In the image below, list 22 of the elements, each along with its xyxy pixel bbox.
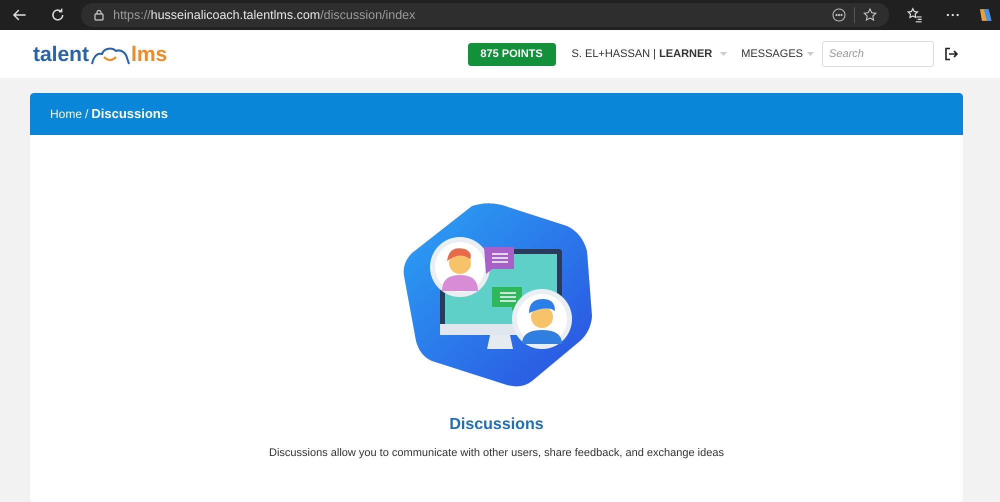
favorites-icon[interactable]	[907, 7, 923, 23]
breadcrumb-separator: /	[85, 106, 88, 123]
back-icon[interactable]	[12, 7, 28, 23]
lock-icon	[93, 9, 106, 21]
search-field[interactable]: Search	[822, 41, 934, 67]
app-icon[interactable]	[978, 7, 992, 23]
messages-menu[interactable]: MESSAGES	[741, 46, 814, 62]
home-link[interactable]: Home	[50, 105, 82, 123]
more-icon[interactable]	[832, 8, 846, 22]
refresh-icon[interactable]	[50, 7, 66, 23]
points-badge[interactable]: 875 POINTS	[468, 42, 556, 66]
logout-icon[interactable]	[944, 47, 958, 61]
breadcrumb-current: Discussions	[91, 105, 168, 124]
caret-icon	[807, 52, 814, 56]
url-text: https://husseinalicoach.talentlms.com/discussion/index	[113, 6, 416, 24]
star-icon[interactable]	[863, 8, 878, 22]
user-menu[interactable]: S. EL+HASSAN | LEARNER	[572, 46, 728, 62]
caret-icon	[720, 52, 728, 56]
address-bar[interactable]: https://husseinalicoach.talentlms.com/discussion/index	[81, 3, 890, 27]
empty-state-description: Discussions allow you to communicate with other users, share feedback, and exchange ideas	[269, 446, 724, 461]
logo[interactable]: talent lms	[33, 44, 168, 64]
empty-state-title: Discussions	[449, 415, 544, 435]
